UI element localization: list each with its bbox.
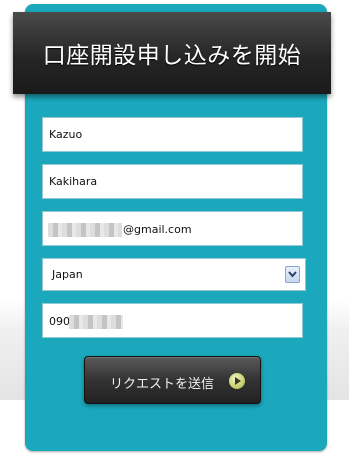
page-title: 口座開設申し込みを開始 [42, 43, 302, 69]
country-select[interactable]: Japan [42, 258, 306, 291]
email-field-value: @gmail.com [123, 223, 192, 236]
first-name-field[interactable] [42, 117, 303, 152]
country-select-value: Japan [52, 268, 83, 281]
phone-field-value: 090 [49, 315, 70, 328]
submit-request-button[interactable]: リクエストを送信 [84, 356, 261, 404]
phone-redaction [69, 315, 123, 329]
last-name-field[interactable] [42, 164, 303, 199]
chevron-down-icon[interactable] [285, 266, 300, 283]
form-header: 口座開設申し込みを開始 [13, 12, 331, 94]
submit-button-label: リクエストを送信 [110, 377, 215, 392]
email-redaction [48, 223, 122, 237]
play-arrow-icon [229, 373, 245, 389]
